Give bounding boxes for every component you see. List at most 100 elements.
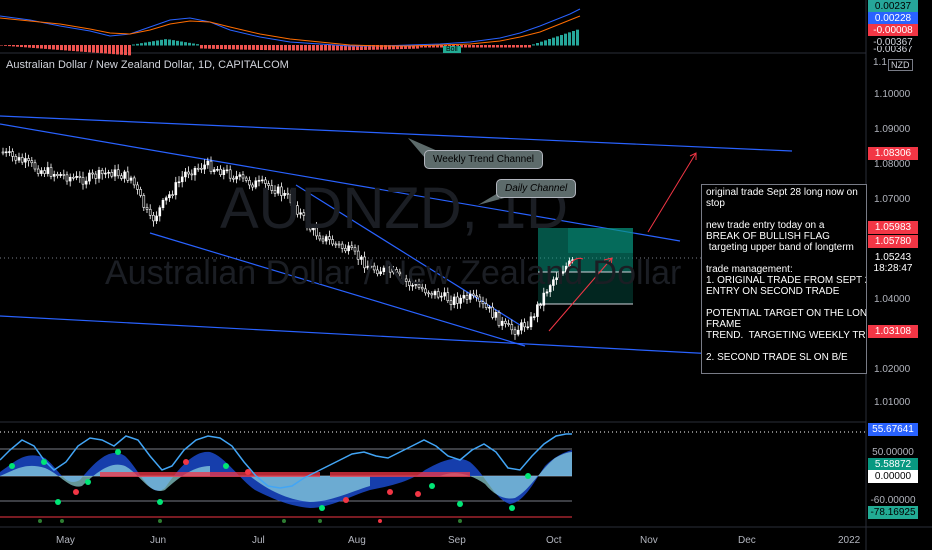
macd-bar (20, 45, 23, 48)
macd-bar (268, 45, 271, 51)
macd-bar (572, 31, 575, 46)
candle (164, 197, 168, 201)
signal-dot (115, 449, 121, 455)
candle (497, 312, 501, 326)
time-label: Sep (448, 535, 466, 546)
candle (24, 158, 27, 163)
candle (430, 293, 434, 296)
candle (193, 167, 197, 176)
candle (123, 171, 126, 179)
weekly-channel-callout[interactable]: Weekly Trend Channel (424, 150, 543, 169)
trade-note[interactable]: original trade Sept 28 long now on stop … (701, 184, 867, 374)
candle (33, 162, 37, 170)
candle (465, 295, 469, 300)
signal-dot (415, 491, 421, 497)
macd-bar (160, 39, 163, 46)
time-label: May (56, 535, 75, 546)
macd-bar (148, 41, 151, 46)
candle (49, 167, 53, 177)
macd-bar (84, 45, 87, 52)
macd-bar (8, 45, 11, 47)
macd-bar (24, 45, 27, 48)
watermark-name: Australian Dollar / New Zealand Dollar (105, 254, 682, 292)
macd-bar (324, 45, 327, 51)
weekly-channel-upper[interactable] (0, 115, 793, 152)
macd-bar (40, 45, 43, 49)
macd-bar (48, 45, 51, 50)
candle (158, 207, 162, 217)
candle (14, 156, 18, 161)
candle (513, 329, 517, 335)
macd-bar (136, 43, 139, 46)
candle (17, 157, 21, 161)
candle (500, 320, 504, 326)
candle (168, 194, 171, 199)
macd-bar (52, 45, 55, 50)
symbol-title[interactable]: Australian Dollar / New Zealand Dollar, … (6, 59, 289, 71)
candle (456, 296, 459, 304)
red-band (100, 472, 320, 477)
daily-channel-callout[interactable]: Daily Channel (496, 179, 577, 198)
bottom-dot (158, 519, 162, 523)
candle (8, 151, 11, 153)
candle (212, 169, 216, 172)
macd-bar (192, 43, 195, 46)
macd-bar (28, 45, 31, 48)
candle (529, 316, 533, 328)
currency-tag[interactable]: NZD (888, 59, 913, 71)
macd-bar (540, 41, 543, 46)
macd-bar (304, 45, 307, 51)
candle (120, 175, 123, 179)
target-arrow[interactable] (647, 152, 697, 233)
macd-bar (472, 45, 475, 48)
candle (110, 172, 114, 177)
candle (510, 324, 514, 331)
macd-bar (108, 45, 111, 54)
time-label: Jun (150, 535, 167, 546)
candle (459, 297, 462, 304)
macd-bar (552, 37, 555, 46)
macd-bar (548, 39, 551, 46)
candle (139, 189, 142, 196)
macd-bar (316, 45, 319, 51)
bar-countdown: 18:28:47 (868, 262, 918, 275)
signal-dot (457, 501, 463, 507)
time-label: Jul (252, 535, 265, 546)
macd-bar (224, 45, 227, 50)
macd-bar (528, 45, 531, 48)
candle (516, 329, 520, 335)
candle (30, 160, 34, 164)
macd-bar (332, 45, 335, 51)
candle (20, 157, 24, 163)
signal-dot (223, 463, 229, 469)
macd-bar (68, 45, 71, 51)
macd-bar (496, 45, 499, 48)
macd-bar (92, 45, 95, 53)
macd-bar (88, 45, 91, 53)
signal-dot (387, 489, 393, 495)
candle (46, 167, 50, 174)
candle (94, 173, 98, 179)
time-label: Nov (640, 535, 658, 546)
macd-bar (488, 45, 491, 48)
candle (4, 151, 8, 154)
macd-bar (36, 45, 39, 49)
candle (507, 323, 510, 325)
bottom-dot (38, 519, 42, 523)
macd-bar (292, 45, 295, 51)
candle (340, 243, 344, 249)
candle (225, 169, 229, 172)
macd-bar (256, 45, 259, 50)
bottom-dot (458, 519, 462, 523)
macd-bar (32, 45, 35, 48)
candle (219, 168, 222, 176)
macd-bar (12, 45, 15, 47)
macd-bar (508, 45, 511, 48)
candle (52, 174, 56, 177)
macd-bar (56, 45, 59, 50)
candle (344, 247, 347, 252)
candle (347, 245, 350, 252)
macd-bar (172, 40, 175, 46)
candle (100, 169, 104, 175)
macd-bar (232, 45, 235, 50)
